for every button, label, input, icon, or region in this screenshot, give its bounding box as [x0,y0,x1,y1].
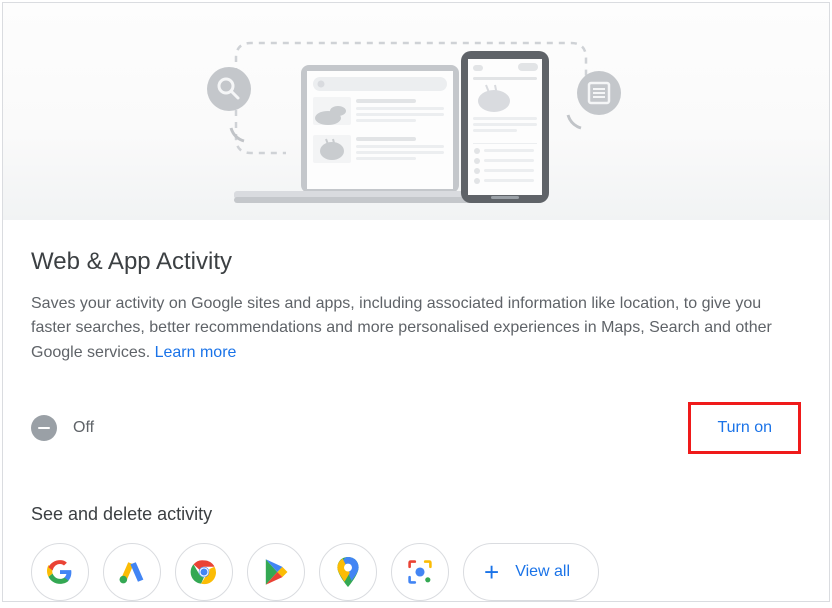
ads-icon [119,559,145,585]
lens-app-button[interactable] [391,543,449,601]
status-row: Off Turn on [31,402,801,454]
learn-more-link[interactable]: Learn more [155,344,237,361]
description: Saves your activity on Google sites and … [31,292,801,366]
lens-icon [407,559,433,585]
ads-app-button[interactable] [103,543,161,601]
description-text: Saves your activity on Google sites and … [31,295,772,362]
page-title: Web & App Activity [31,248,801,276]
view-all-label: View all [515,563,570,581]
view-all-button[interactable]: + View all [463,543,599,601]
google-icon [47,559,73,585]
turn-on-button[interactable]: Turn on [699,409,790,447]
status-label: Off [73,419,94,437]
chrome-app-button[interactable] [175,543,233,601]
app-icon-row: + View all [31,543,801,601]
hero-illustration [3,3,829,220]
devices-illustration [186,23,646,220]
maps-app-button[interactable] [319,543,377,601]
activity-card: Web & App Activity Saves your activity o… [2,2,830,602]
play-icon [263,558,289,586]
plus-icon: + [484,557,499,588]
chrome-icon [190,558,218,586]
section-title: See and delete activity [31,504,801,525]
play-app-button[interactable] [247,543,305,601]
content-area: Web & App Activity Saves your activity o… [3,220,829,601]
status-left: Off [31,415,94,441]
turn-on-highlight: Turn on [688,402,801,454]
maps-icon [337,557,359,587]
google-app-button[interactable] [31,543,89,601]
paused-icon [31,415,57,441]
